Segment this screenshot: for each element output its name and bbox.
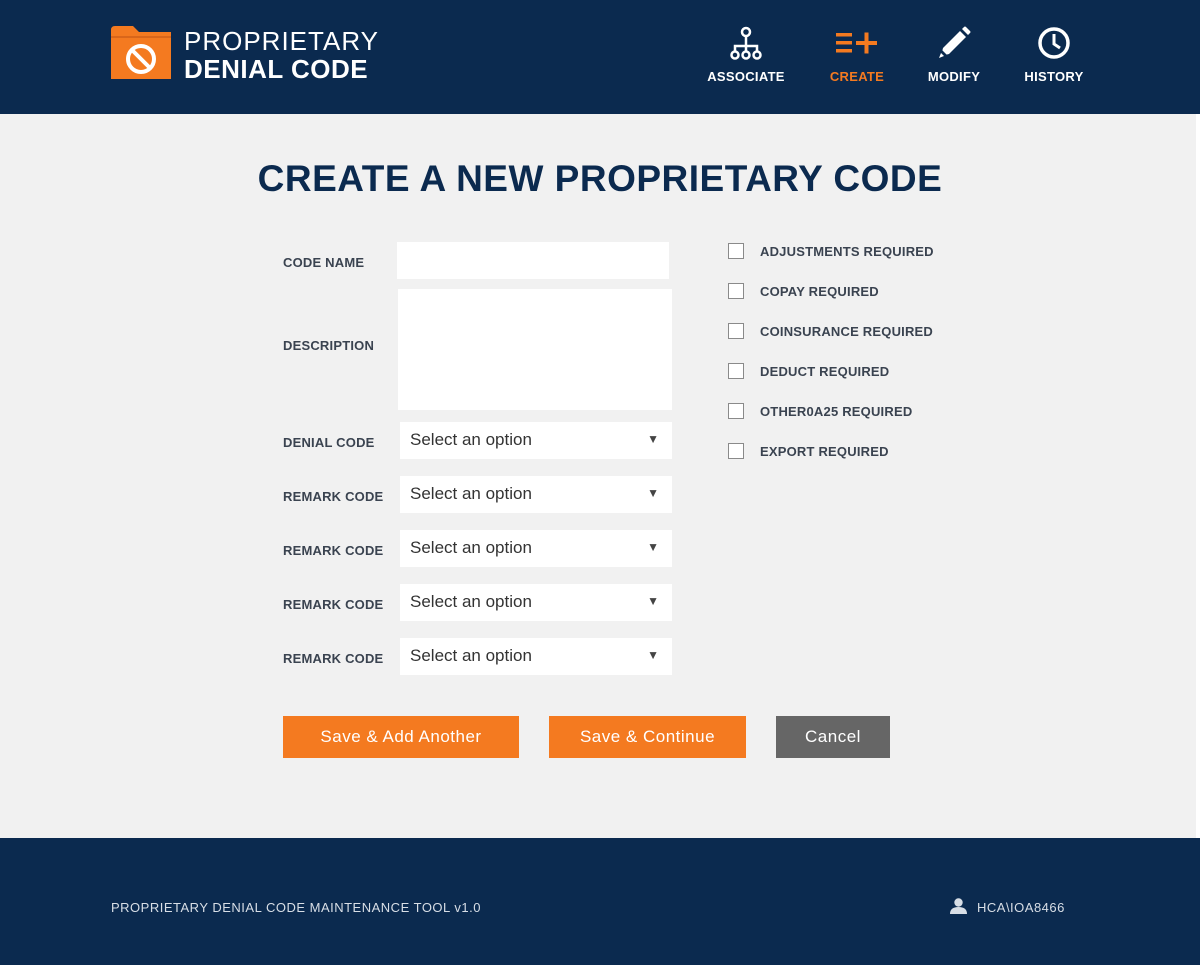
checkbox-label: COINSURANCE REQUIRED <box>760 324 934 339</box>
remark-code-label: REMARK CODE <box>283 651 384 666</box>
nav-associate[interactable]: ASSOCIATE <box>702 26 790 86</box>
save-continue-button[interactable]: Save & Continue <box>549 716 746 758</box>
remark-code-label: REMARK CODE <box>283 489 384 504</box>
footer-username: HCA\IOA8466 <box>977 900 1065 915</box>
select-value: Select an option <box>410 538 532 557</box>
nav-create[interactable]: CREATE <box>826 26 888 86</box>
logo-title-line2: DENIAL CODE <box>184 54 369 84</box>
checkbox[interactable] <box>728 243 744 259</box>
remark-code-label: REMARK CODE <box>283 597 384 612</box>
dropdown-arrow-icon: ▼ <box>647 540 659 554</box>
page-title: CREATE A NEW PROPRIETARY CODE <box>257 158 943 199</box>
checkbox-label: EXPORT REQUIRED <box>760 444 889 459</box>
pencil-icon <box>939 26 971 58</box>
nav-modify[interactable]: MODIFY <box>922 26 986 86</box>
save-add-another-button[interactable]: Save & Add Another <box>283 716 519 758</box>
dropdown-arrow-icon: ▼ <box>647 486 659 500</box>
header-bar: PROPRIETARY DENIAL CODE ASSOCIATE CREATE <box>0 0 1200 114</box>
remark-code-select-4[interactable]: Select an option ▼ <box>400 638 672 675</box>
remark-code-label: REMARK CODE <box>283 543 384 558</box>
checkbox-label: ADJUSTMENTS REQUIRED <box>760 244 934 259</box>
checkbox[interactable] <box>728 283 744 299</box>
nav-create-label: CREATE <box>829 69 885 84</box>
dropdown-arrow-icon: ▼ <box>647 432 659 446</box>
checkbox-label: COPAY REQUIRED <box>760 284 879 299</box>
page-edge <box>1196 114 1200 838</box>
user-icon <box>950 898 967 914</box>
checkbox-label: DEDUCT REQUIRED <box>760 364 890 379</box>
remark-code-select-3[interactable]: Select an option ▼ <box>400 584 672 621</box>
nav-history-label: HISTORY <box>1024 69 1084 84</box>
clock-icon <box>1038 27 1070 59</box>
select-value: Select an option <box>410 484 532 503</box>
remark-code-select-1[interactable]: Select an option ▼ <box>400 476 672 513</box>
footer-bar: PROPRIETARY DENIAL CODE MAINTENANCE TOOL… <box>0 838 1200 965</box>
checkbox-label: OTHER0A25 REQUIRED <box>760 404 913 419</box>
logo-title-line1: PROPRIETARY <box>184 26 379 56</box>
description-textarea[interactable] <box>398 289 672 410</box>
checkbox[interactable] <box>728 363 744 379</box>
list-plus-icon <box>836 32 877 54</box>
nav-modify-label: MODIFY <box>927 69 981 84</box>
denial-code-label: DENIAL CODE <box>283 435 375 450</box>
denial-code-select[interactable]: Select an option ▼ <box>400 422 672 459</box>
folder-ban-icon <box>111 26 171 79</box>
dropdown-arrow-icon: ▼ <box>647 594 659 608</box>
nav-history[interactable]: HISTORY <box>1019 26 1089 86</box>
hierarchy-icon <box>730 26 762 60</box>
footer-tool-name: PROPRIETARY DENIAL CODE MAINTENANCE TOOL… <box>111 900 481 915</box>
app-logo[interactable]: PROPRIETARY DENIAL CODE <box>111 26 401 84</box>
code-name-label: CODE NAME <box>283 255 365 270</box>
select-value: Select an option <box>410 592 532 611</box>
checkbox[interactable] <box>728 443 744 459</box>
description-label: DESCRIPTION <box>283 338 375 353</box>
select-value: Select an option <box>410 430 532 449</box>
remark-code-select-2[interactable]: Select an option ▼ <box>400 530 672 567</box>
cancel-button[interactable]: Cancel <box>776 716 890 758</box>
dropdown-arrow-icon: ▼ <box>647 648 659 662</box>
nav-associate-label: ASSOCIATE <box>707 69 785 84</box>
checkbox[interactable] <box>728 323 744 339</box>
select-value: Select an option <box>410 646 532 665</box>
code-name-input[interactable] <box>397 242 669 279</box>
checkbox[interactable] <box>728 403 744 419</box>
